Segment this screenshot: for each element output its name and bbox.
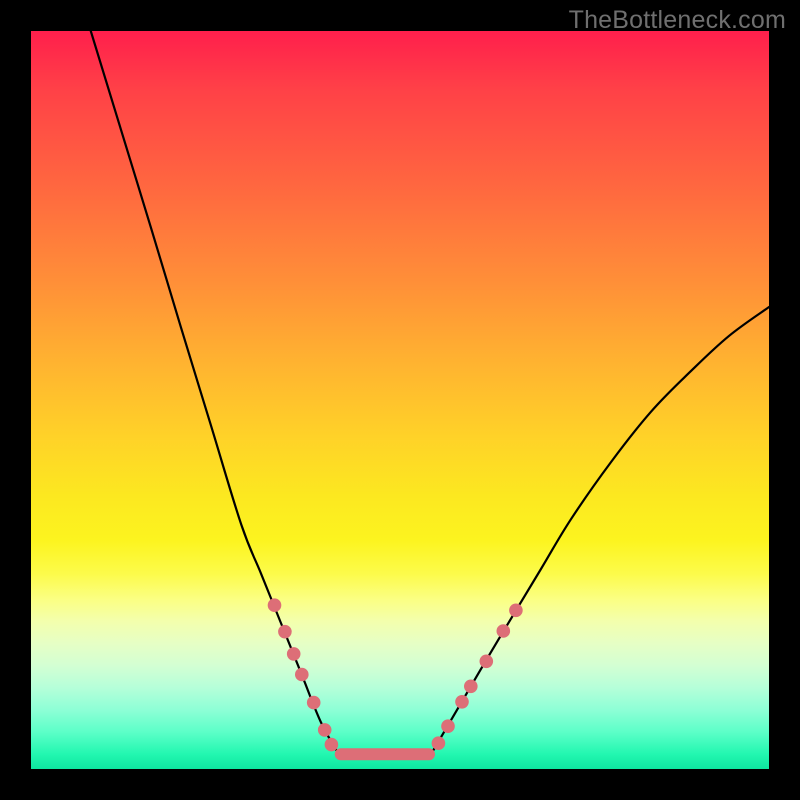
marker-dot: [441, 719, 455, 733]
marker-dot: [318, 723, 332, 737]
marker-dot: [278, 625, 292, 639]
marker-dot: [464, 680, 478, 694]
marker-dot: [287, 647, 301, 661]
curve-right: [431, 307, 769, 754]
markers-left-group: [268, 598, 339, 751]
marker-dot: [432, 736, 446, 750]
marker-dot: [497, 624, 511, 638]
watermark-text: TheBottleneck.com: [569, 6, 786, 35]
marker-dot: [455, 695, 469, 709]
curve-left: [91, 31, 339, 754]
marker-dot: [268, 598, 282, 612]
flat-segment-bar: [335, 748, 435, 760]
marker-dot: [480, 655, 494, 669]
chart-root: TheBottleneck.com: [0, 0, 800, 800]
plot-area: [31, 31, 769, 769]
marker-dot: [325, 738, 339, 752]
marker-dot: [307, 696, 321, 710]
curve-svg: [31, 31, 769, 769]
marker-dot: [295, 668, 309, 682]
marker-dot: [509, 604, 523, 618]
